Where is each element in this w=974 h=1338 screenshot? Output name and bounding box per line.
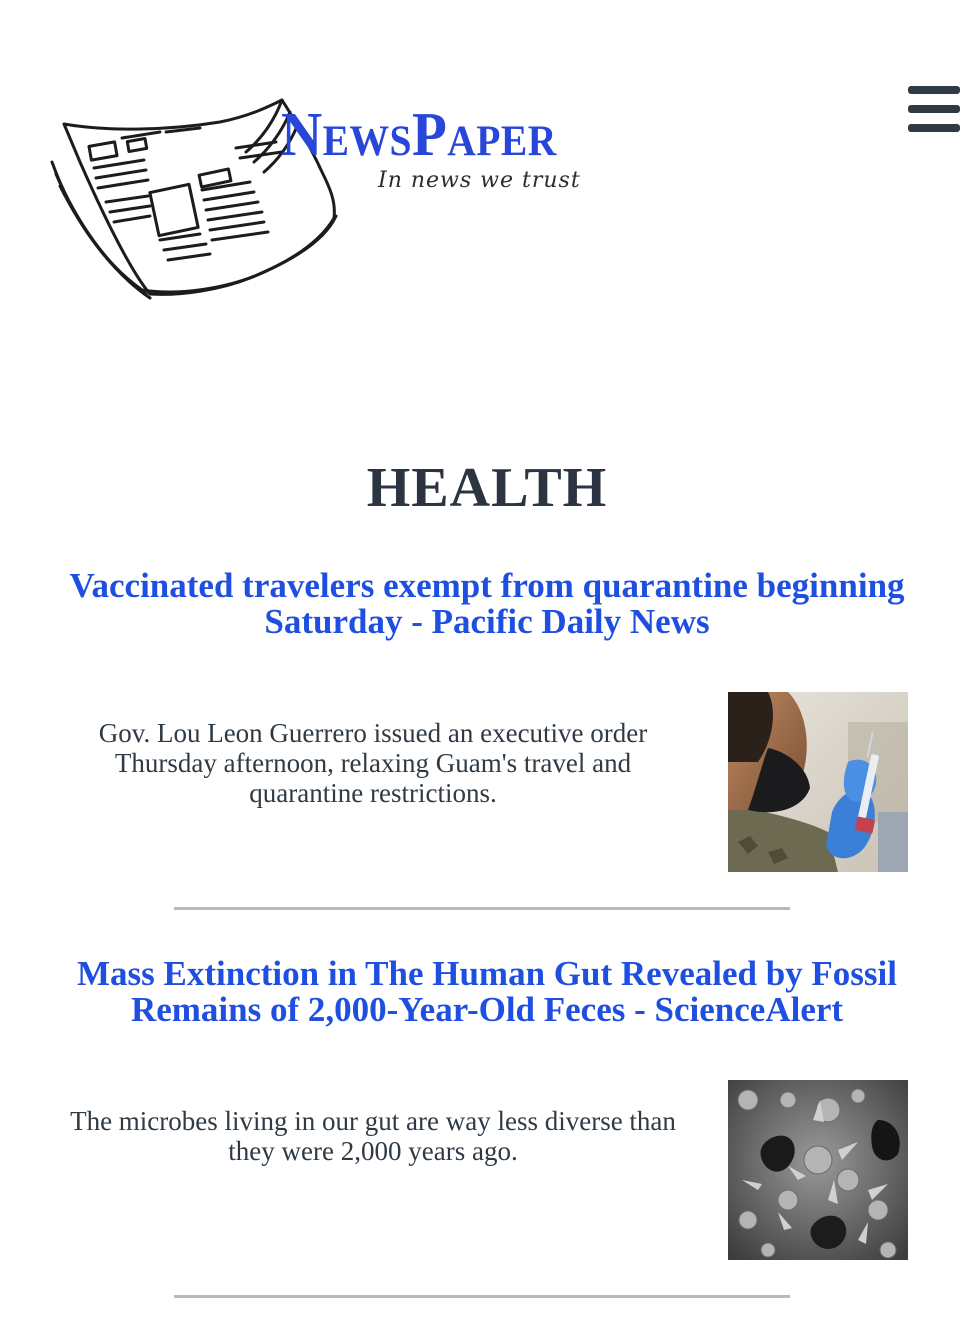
vaccine-syringe-photo [728,692,908,872]
article-thumbnail[interactable] [728,692,908,872]
article-thumbnail[interactable] [728,1080,908,1260]
article-item: Mass Extinction in The Human Gut Reveale… [0,956,974,1028]
article-title-link[interactable]: Vaccinated travelers exempt from quarant… [0,568,974,640]
article-summary: The microbes living in our gut are way l… [70,1106,676,1166]
hamburger-menu-button[interactable] [908,86,962,132]
article-summary: Gov. Lou Leon Guerrero issued an executi… [98,718,648,808]
brand-name: NewsPaper [281,101,557,169]
brand-tagline: In news we trust [378,168,581,193]
hamburger-menu-icon [908,124,960,132]
hamburger-menu-icon [908,105,960,113]
article-title-link[interactable]: Mass Extinction in The Human Gut Reveale… [0,956,974,1028]
site-header: NewsPaper In news we trust [0,0,974,320]
microscope-fossil-photo [728,1080,908,1260]
article-divider [174,1295,790,1298]
article-divider [174,907,790,910]
section-title: HEALTH [366,457,608,519]
article-item: Vaccinated travelers exempt from quarant… [0,568,974,640]
hamburger-menu-icon [908,86,960,94]
